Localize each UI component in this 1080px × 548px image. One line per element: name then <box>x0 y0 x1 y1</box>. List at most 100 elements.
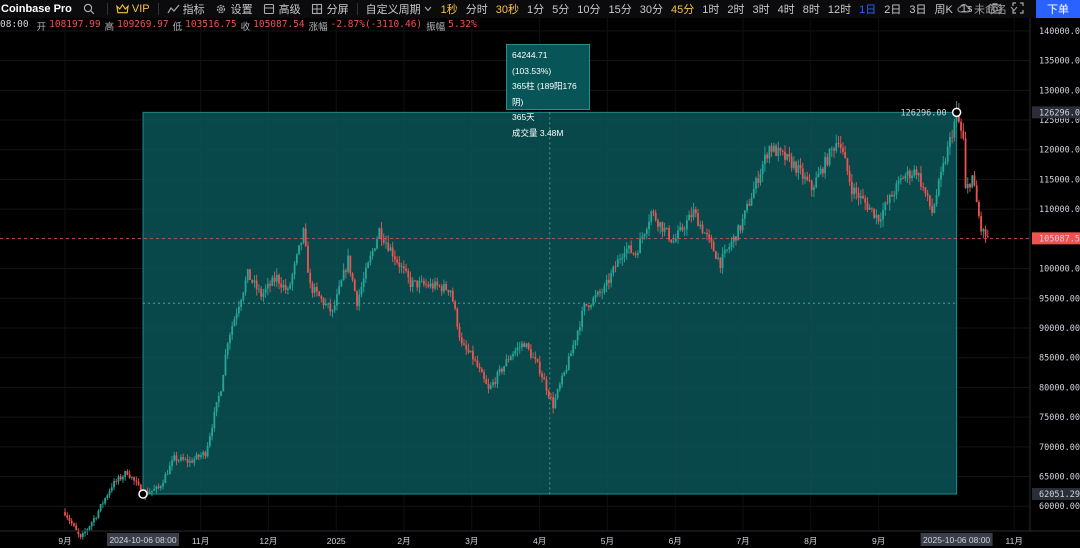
candle-body <box>193 459 196 463</box>
interval-option[interactable]: 30秒 <box>492 0 523 18</box>
candle-body <box>899 178 902 181</box>
time-tick-label: 7月 <box>736 536 749 546</box>
advanced-icon <box>263 3 276 16</box>
candle-body <box>688 214 691 221</box>
candle-body <box>347 255 349 272</box>
candle-body <box>835 143 838 151</box>
candle-body <box>931 206 933 213</box>
candle-body <box>315 287 318 292</box>
range-high-price-label: 126296.00 <box>901 108 947 118</box>
candle-body <box>764 154 766 165</box>
candle-body <box>592 297 595 306</box>
candle-body <box>781 150 784 152</box>
interval-option[interactable]: 5分 <box>548 0 573 18</box>
interval-option[interactable]: 1日 <box>855 0 880 18</box>
candle-body <box>690 214 693 218</box>
candle-body <box>536 359 539 362</box>
settings-button[interactable]: 设置 <box>210 0 258 18</box>
candle-body <box>500 368 503 372</box>
candle-body <box>884 202 887 210</box>
vip-button[interactable]: VIP <box>111 0 155 18</box>
candle-body <box>338 286 341 295</box>
candle-body <box>621 257 624 260</box>
candle-body <box>857 192 860 198</box>
candle-body <box>719 257 722 268</box>
candle-body <box>64 512 66 516</box>
candle-body <box>358 294 361 306</box>
advanced-button[interactable]: 高级 <box>258 0 306 18</box>
interval-option[interactable]: 10分 <box>573 0 604 18</box>
interval-option[interactable]: 1秒 <box>437 0 462 18</box>
candle-body <box>119 476 122 480</box>
interval-option[interactable]: 分时 <box>462 0 492 18</box>
candle-body <box>875 214 878 218</box>
interval-option[interactable]: 1分 <box>523 0 548 18</box>
candle-body <box>935 195 938 205</box>
interval-option[interactable]: 30分 <box>636 0 667 18</box>
candle-body <box>755 178 757 189</box>
candle-body <box>775 145 777 156</box>
candle-body <box>431 283 434 289</box>
candle-body <box>920 173 922 187</box>
symbol-selector[interactable]: Coinbase Pro <box>0 0 78 18</box>
time-tick-label: 5月 <box>601 536 614 546</box>
interval-option[interactable]: 3日 <box>905 0 930 18</box>
price-tick-label: 110000.00 <box>1039 205 1080 215</box>
interval-option[interactable]: 8时 <box>799 0 824 18</box>
place-order-button[interactable]: 下单 <box>1036 0 1080 18</box>
candle-body <box>915 169 918 176</box>
crown-icon <box>116 3 129 16</box>
search-button[interactable] <box>78 0 104 18</box>
interval-option[interactable]: 1时 <box>698 0 723 18</box>
indicators-button[interactable]: 指标 <box>162 0 210 18</box>
split-screen-button[interactable]: 分屏 <box>306 0 354 18</box>
ohlc-close: 105087.54 <box>253 19 305 30</box>
candle-body <box>766 154 769 159</box>
candle-body <box>670 239 673 243</box>
candle-body <box>614 266 617 268</box>
candle-body <box>391 247 394 257</box>
candle-body <box>309 272 312 284</box>
interval-option[interactable]: 周K <box>931 0 957 18</box>
candle-body <box>407 270 410 278</box>
candle-body <box>483 372 485 380</box>
candle-body <box>177 460 180 462</box>
candle-body <box>465 344 468 350</box>
candle-body <box>503 366 506 372</box>
candle-body <box>122 476 124 480</box>
date-range-measure[interactable] <box>142 111 958 495</box>
candle-body <box>104 498 107 504</box>
ohlc-legend: 08:00 开 108197.99 高 109269.97 低 103516.7… <box>0 19 481 33</box>
candle-body <box>951 137 954 138</box>
candle-body <box>652 211 655 213</box>
candle-body <box>895 183 898 195</box>
custom-period-button[interactable]: 自定义周期 <box>361 0 437 18</box>
candle-body <box>521 343 523 348</box>
interval-option[interactable]: 45分 <box>667 0 698 18</box>
interval-option[interactable]: 12时 <box>824 0 855 18</box>
interval-option[interactable]: 2时 <box>723 0 748 18</box>
price-tick-label: 65000.00 <box>1039 473 1080 483</box>
price-tick-label: 85000.00 <box>1039 354 1080 364</box>
chevron-down-icon <box>424 3 432 15</box>
candle-body <box>625 248 628 254</box>
candle-body <box>904 175 907 179</box>
layout-name-button[interactable]: 未命名 <box>957 1 1018 17</box>
candle-body <box>686 220 688 230</box>
interval-option[interactable]: 15分 <box>605 0 636 18</box>
candle-body <box>356 291 358 306</box>
interval-option[interactable]: 4时 <box>774 0 799 18</box>
interval-option[interactable]: 3时 <box>749 0 774 18</box>
candle-body <box>79 534 82 538</box>
candle-body <box>868 207 871 210</box>
candle-body <box>365 267 367 279</box>
candle-body <box>893 194 896 197</box>
candle-body <box>982 229 985 232</box>
candle-body <box>839 143 842 148</box>
candle-body <box>917 173 920 176</box>
candle-body <box>891 194 893 197</box>
candle-body <box>378 228 381 239</box>
candle-body <box>743 210 746 219</box>
candle-body <box>572 344 575 354</box>
interval-option[interactable]: 2日 <box>880 0 905 18</box>
